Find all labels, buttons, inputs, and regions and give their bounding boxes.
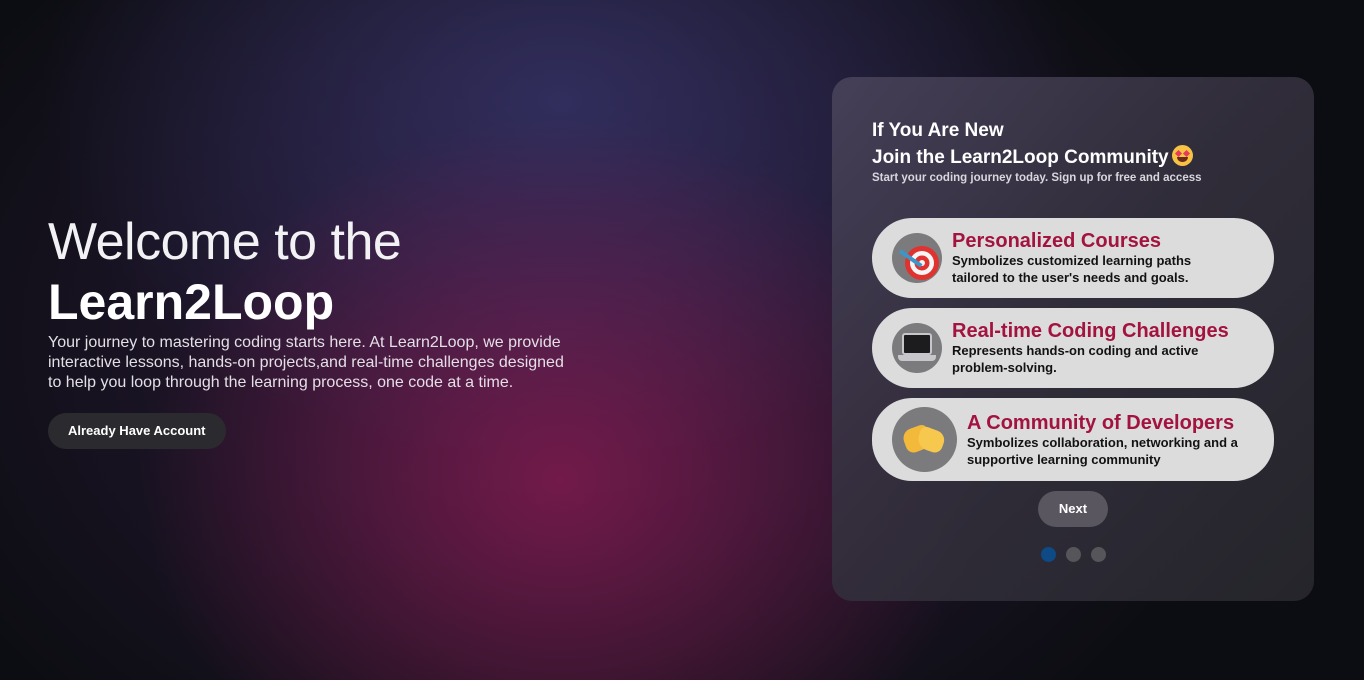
laptop-icon [892, 323, 942, 373]
hero-title-line1: Welcome to the [48, 213, 402, 271]
feature-description-line1: Represents hands-on coding and active [952, 343, 1199, 358]
target-dart-icon [892, 233, 942, 283]
pagination-dot-2[interactable] [1065, 547, 1081, 562]
feature-realtime-challenges[interactable]: Real-time Coding Challenges Represents h… [872, 308, 1274, 388]
pagination-dot-1[interactable] [1040, 547, 1056, 562]
hero-title-brand: Learn2Loop [48, 274, 335, 330]
feature-personalized-courses[interactable]: Personalized Courses Symbolizes customiz… [872, 218, 1274, 298]
card-title-text: Join the Learn2Loop Community [872, 147, 1169, 168]
signup-card: If You Are New Join the Learn2Loop Commu… [832, 77, 1314, 601]
hero-section: Welcome to the Learn2Loop Your journey t… [48, 213, 568, 449]
hero-description: Your journey to mastering coding starts … [48, 334, 564, 391]
carousel-pagination [872, 547, 1274, 562]
card-title-line1: If You Are New [872, 120, 1004, 141]
card-title-line2: Join the Learn2Loop Community [872, 144, 1274, 171]
feature-title: A Community of Developers [967, 411, 1235, 434]
pagination-dot-3[interactable] [1090, 547, 1106, 562]
feature-developer-community[interactable]: A Community of Developers Symbolizes col… [872, 398, 1274, 481]
feature-description-line1: Symbolizes customized learning paths [952, 253, 1192, 268]
feature-title: Real-time Coding Challenges [952, 320, 1229, 342]
feature-description-line2: problem-solving. [952, 360, 1057, 375]
next-button[interactable]: Next [1038, 491, 1108, 527]
feature-description-line1: Symbolizes collaboration, networking and… [967, 434, 1238, 450]
already-have-account-button[interactable]: Already Have Account [48, 413, 226, 449]
handshake-icon [892, 407, 957, 472]
feature-description-line2: supportive learning community [967, 451, 1161, 467]
star-struck-emoji-icon [1171, 145, 1193, 166]
feature-title: Personalized Courses [952, 230, 1161, 252]
card-subtitle: Start your coding journey today. Sign up… [872, 172, 1202, 184]
feature-description-line2: tailored to the user's needs and goals. [952, 270, 1189, 285]
feature-list: Personalized Courses Symbolizes customiz… [872, 218, 1274, 481]
